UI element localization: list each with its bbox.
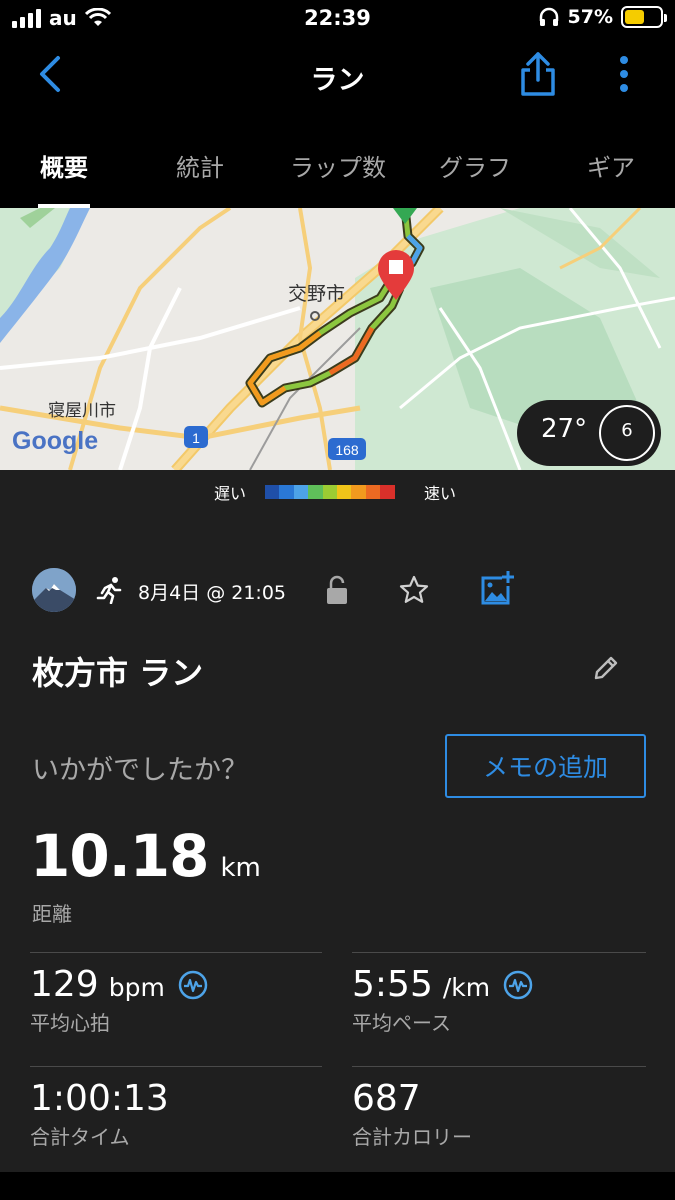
tab-bar: 概要 統計 ラップ数 グラフ ギア	[0, 140, 675, 208]
tab-overview[interactable]: 概要	[38, 140, 90, 208]
tab-graph-label: グラフ	[439, 154, 511, 182]
wind-direction-icon: 6	[599, 405, 655, 461]
heart-rate-sensor-icon	[178, 970, 208, 999]
legend-color-swatch	[322, 485, 337, 499]
add-memo-button[interactable]: メモの追加	[445, 734, 646, 798]
add-photo-icon[interactable]	[480, 570, 514, 606]
tab-laps-label: ラップ数	[290, 154, 386, 182]
legend-color-swatch	[336, 485, 352, 499]
legend-color-swatch	[365, 485, 381, 499]
total-time: 1:00:13 合計タイム	[30, 1078, 169, 1150]
tab-stats-label: 統計	[176, 154, 224, 182]
finish-marker-square	[389, 260, 403, 274]
total-calories-label: 合計カロリー	[352, 1125, 472, 1149]
start-marker-icon	[393, 208, 417, 224]
avg-heart-rate-unit: bpm	[108, 973, 165, 1002]
page-title: ラン	[310, 65, 365, 96]
legend-color-swatch	[380, 485, 395, 499]
google-logo: Google	[12, 427, 98, 455]
avg-pace-value: 5:55	[352, 964, 433, 1005]
avg-heart-rate: 129 bpm 平均心拍	[30, 964, 209, 1036]
tab-overview-label: 概要	[40, 154, 88, 182]
map-city-label: 交野市	[288, 283, 345, 305]
legend-color-scale	[265, 485, 395, 499]
distance-label: 距離	[32, 902, 72, 926]
total-time-label: 合計タイム	[30, 1125, 130, 1149]
avg-pace-unit: /km	[442, 973, 491, 1002]
divider	[352, 1066, 646, 1067]
avg-pace: 5:55 /km 平均ペース	[352, 964, 534, 1036]
avg-heart-rate-label: 平均心拍	[30, 1011, 110, 1035]
running-icon	[96, 577, 122, 604]
total-time-value: 1:00:13	[30, 1078, 169, 1119]
avatar-image	[32, 568, 76, 612]
avg-pace-label: 平均ペース	[352, 1011, 451, 1035]
tab-laps[interactable]: ラップ数	[282, 140, 394, 208]
pace-legend: 遅い 速い	[0, 470, 675, 512]
wind-speed: 6	[621, 420, 633, 441]
status-bar: au 22:39 57%	[0, 0, 675, 38]
legend-fast-label: 速い	[424, 484, 457, 503]
weather-badge: 27° 6	[517, 400, 661, 466]
activity-summary: 8月4日 @ 21:05 枚方市 ラン いかがでしたか？ メモの追加 10.18…	[0, 512, 675, 1172]
route-map[interactable]: 1 168 交野市 寝屋川市 Google 27° 6	[0, 208, 675, 470]
divider	[30, 952, 322, 953]
pace-sensor-icon	[503, 970, 533, 999]
tab-graph[interactable]: グラフ	[430, 140, 520, 208]
avatar[interactable]	[32, 568, 76, 612]
divider	[352, 952, 646, 953]
distance-unit: km	[220, 853, 261, 883]
tab-stats[interactable]: 統計	[160, 140, 240, 208]
headphones-icon	[539, 7, 558, 26]
avg-heart-rate-value: 129	[30, 964, 99, 1005]
activity-date: 8月4日 @ 21:05	[138, 582, 287, 604]
legend-color-swatch	[293, 485, 309, 499]
map-city-label: 寝屋川市	[48, 400, 116, 421]
unlock-icon[interactable]	[324, 574, 350, 606]
distance-metric: 10.18 km	[30, 822, 261, 890]
legend-color-swatch	[351, 485, 366, 499]
tab-gear[interactable]: ギア	[575, 140, 647, 208]
map-road	[118, 287, 182, 470]
nav-bar: ラン	[0, 38, 675, 118]
divider	[30, 1066, 322, 1067]
route-shield-number: 168	[335, 442, 359, 458]
total-calories: 687 合計カロリー	[352, 1078, 472, 1150]
more-options-icon[interactable]	[604, 52, 644, 96]
battery-percent: 57%	[567, 6, 613, 28]
activity-title: 枚方市 ラン	[32, 654, 204, 692]
legend-slow-label: 遅い	[214, 484, 247, 503]
distance-value: 10.18	[30, 822, 209, 890]
battery-icon	[621, 6, 667, 28]
star-icon[interactable]	[398, 574, 430, 606]
total-calories-value: 687	[352, 1078, 421, 1119]
legend-color-swatch	[265, 485, 280, 499]
pencil-icon[interactable]	[592, 654, 620, 682]
route-shield-number: 1	[192, 430, 200, 446]
feedback-prompt: いかがでしたか？	[32, 755, 248, 786]
status-bar-right: 57%	[538, 6, 667, 28]
activity-meta-row: 8月4日 @ 21:05	[32, 568, 652, 612]
temperature: 27°	[541, 414, 588, 444]
tab-gear-label: ギア	[587, 154, 635, 182]
legend-color-swatch	[279, 485, 294, 499]
legend-color-swatch	[308, 485, 323, 499]
share-icon[interactable]	[516, 50, 560, 98]
